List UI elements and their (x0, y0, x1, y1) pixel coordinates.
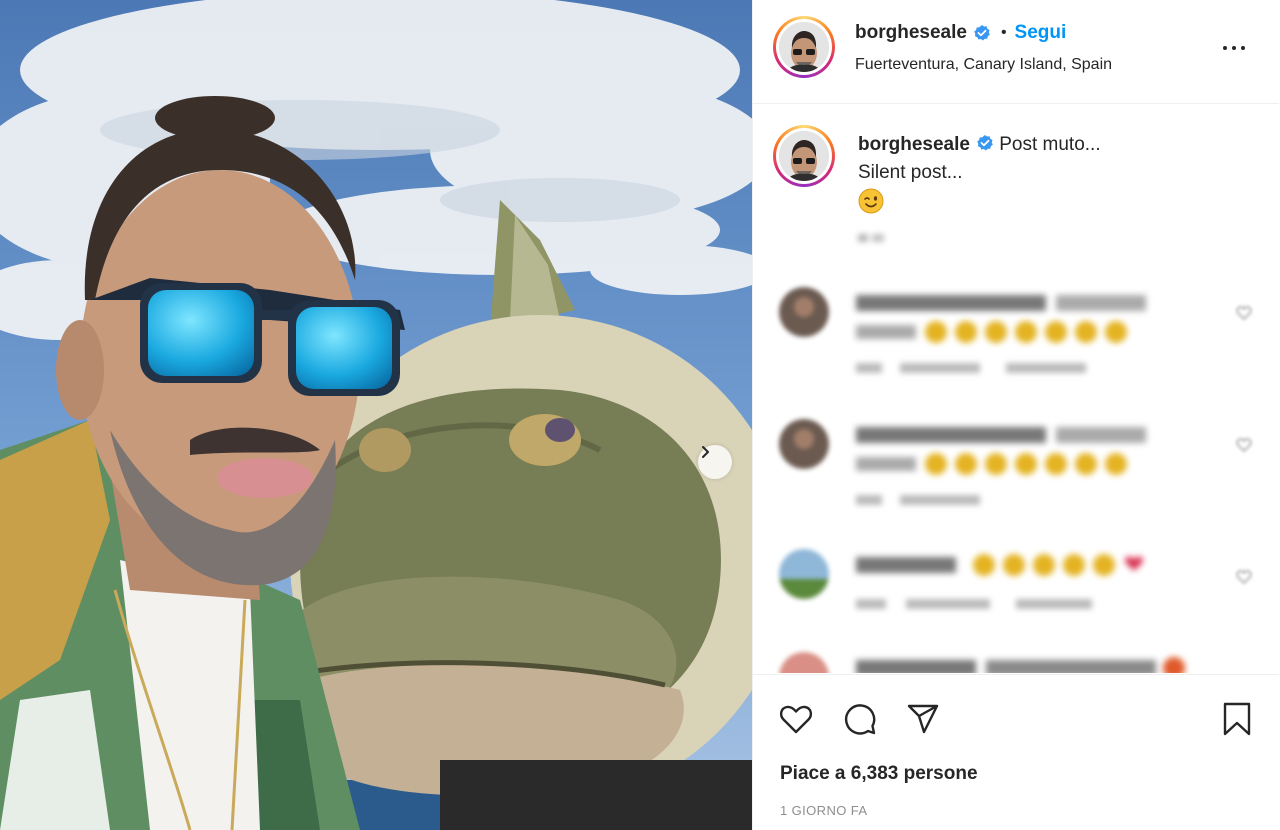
wink-emoji-icon (858, 188, 884, 214)
comment-heart-icon[interactable] (1236, 437, 1252, 453)
caption-username[interactable]: borgheseale (858, 134, 970, 155)
author-username[interactable]: borgheseale (855, 22, 967, 44)
caption-author-avatar[interactable] (773, 125, 835, 187)
heart-icon (779, 705, 813, 734)
follow-button[interactable]: Segui (1015, 22, 1067, 44)
comment-item (753, 650, 1279, 673)
post-details-panel: borgheseale • Segui Fuerteventura, Canar… (752, 0, 1280, 830)
commenter-avatar[interactable] (779, 287, 829, 337)
post-actions: Piace a 6,383 persone 1 GIORNO FA (753, 674, 1279, 830)
comment-meta-blurred (856, 597, 1096, 615)
comment-text-blurred (856, 421, 1226, 486)
comment-icon (844, 704, 876, 735)
comments-list[interactable]: borgheseale Post muto... Silent post... (753, 105, 1279, 673)
author-avatar[interactable] (773, 16, 835, 78)
verified-badge-icon (974, 25, 990, 41)
caption-timestamp (858, 232, 886, 247)
comment-text-blurred (856, 654, 1226, 673)
comment-heart-icon[interactable] (1236, 305, 1252, 321)
separator-dot: • (1000, 24, 1007, 41)
commenter-avatar[interactable] (779, 419, 829, 469)
profile-picture (779, 22, 829, 72)
share-icon (907, 704, 939, 734)
post-caption: borgheseale Post muto... Silent post... (858, 131, 1258, 215)
like-button[interactable] (776, 699, 816, 739)
comment-text-blurred (856, 289, 1226, 354)
chevron-right-icon (702, 446, 709, 458)
post-photo[interactable] (0, 0, 752, 830)
carousel-next-button[interactable] (698, 445, 732, 479)
post-timestamp[interactable]: 1 GIORNO FA (780, 803, 867, 818)
comment-text-blurred (856, 549, 1226, 588)
header-user-line: borgheseale • Segui (855, 22, 1066, 44)
post-header: borgheseale • Segui Fuerteventura, Canar… (753, 0, 1279, 104)
comment-meta-blurred (856, 361, 1086, 379)
more-options-icon (1223, 46, 1227, 50)
comment-item (753, 545, 1279, 655)
comment-button[interactable] (840, 699, 880, 739)
post-image (0, 0, 752, 830)
comment-item (753, 283, 1279, 393)
bookmark-icon (1223, 702, 1251, 736)
profile-picture (779, 131, 829, 181)
comment-heart-icon[interactable] (1236, 569, 1252, 585)
likes-count[interactable]: Piace a 6,383 persone (780, 763, 978, 785)
commenter-avatar[interactable] (779, 549, 829, 599)
verified-badge-icon (977, 135, 993, 151)
caption-text-line2: Silent post... (858, 162, 963, 183)
save-button[interactable] (1217, 699, 1257, 739)
commenter-avatar[interactable] (779, 652, 829, 673)
caption-text-line1: Post muto... (999, 134, 1101, 155)
more-options-button[interactable] (1217, 34, 1251, 62)
share-button[interactable] (903, 699, 943, 739)
comment-item (753, 415, 1279, 525)
post-location[interactable]: Fuerteventura, Canary Island, Spain (855, 56, 1112, 74)
comment-meta-blurred (856, 493, 986, 511)
